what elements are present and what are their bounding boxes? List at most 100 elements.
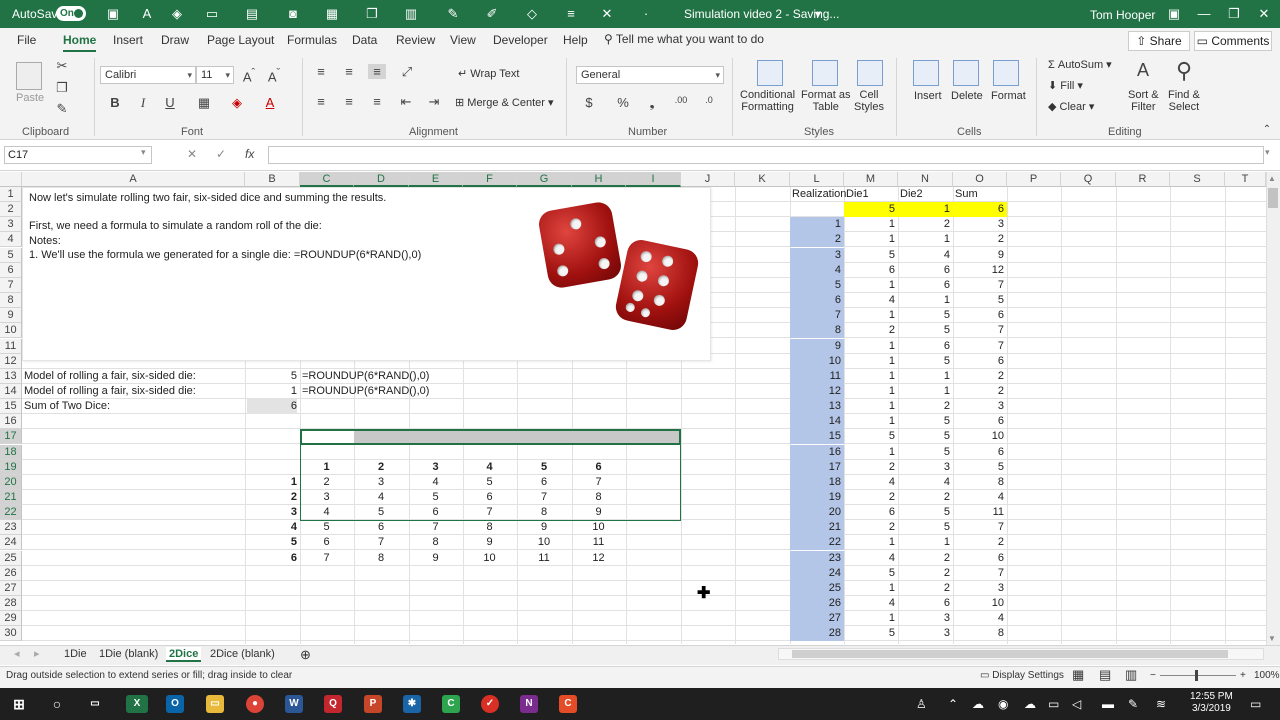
page-layout-view-icon[interactable]: ▤ (1099, 667, 1111, 683)
tab-home[interactable]: Home (63, 33, 97, 52)
sort-filter-button[interactable]: Sort & Filter (1128, 89, 1159, 113)
picture-icon[interactable]: ▭ (203, 5, 221, 23)
row-header-3[interactable]: 3 (0, 217, 22, 233)
font-size-select[interactable]: 11 (196, 66, 234, 84)
row-header-28[interactable]: 28 (0, 596, 22, 612)
column-header-j[interactable]: J (681, 172, 735, 187)
scroll-up-icon[interactable]: ▲ (1268, 174, 1276, 183)
user-name[interactable]: Tom Hooper (1090, 8, 1155, 22)
cancel-icon[interactable]: ✕ (187, 147, 197, 161)
tray-chevron-icon[interactable]: ⌃ (948, 697, 958, 711)
row-header-20[interactable]: 20 (0, 474, 22, 490)
vertical-scrollbar[interactable] (1266, 172, 1280, 646)
row-header-16[interactable]: 16 (0, 414, 22, 430)
column-header-r[interactable]: R (1116, 172, 1170, 187)
windows-start-icon[interactable]: ⊞ (10, 695, 28, 713)
page-break-view-icon[interactable]: ▥ (1125, 667, 1137, 683)
bold-icon[interactable]: B (106, 95, 124, 110)
row-header-26[interactable]: 26 (0, 565, 22, 581)
vertical-scroll-thumb[interactable] (1268, 188, 1278, 208)
row-header-5[interactable]: 5 (0, 247, 22, 263)
increase-font-icon[interactable]: Aˆ (240, 67, 258, 84)
row-header-25[interactable]: 25 (0, 550, 22, 566)
column-header-c[interactable]: C (300, 172, 354, 187)
row-header-21[interactable]: 21 (0, 490, 22, 505)
fill-color-ribbon-icon[interactable]: ◈ (228, 95, 246, 111)
horizontal-scroll-thumb[interactable] (792, 650, 1228, 658)
decrease-decimal-icon[interactable]: .0 (700, 95, 718, 105)
clear-button[interactable]: ◆ Clear ▾ (1048, 101, 1094, 113)
name-box[interactable]: C17 (4, 146, 152, 164)
column-header-q[interactable]: Q (1061, 172, 1116, 187)
collapse-ribbon-icon[interactable]: ⌃ (1258, 124, 1276, 135)
row-header-18[interactable]: 18 (0, 444, 22, 460)
cell-styles-button[interactable]: Cell Styles (854, 89, 884, 113)
row-header-10[interactable]: 10 (0, 323, 22, 339)
enter-icon[interactable]: ✓ (216, 147, 226, 161)
window-close-icon[interactable]: ✕ (1252, 4, 1276, 24)
next-sheet-icon[interactable]: ▸ (34, 647, 40, 662)
formula-input[interactable] (268, 146, 1264, 164)
align-middle-icon[interactable]: ≡ (340, 64, 358, 79)
tab-formulas[interactable]: Formulas (287, 33, 337, 47)
tab-review[interactable]: Review (396, 33, 435, 47)
row-header-17[interactable]: 17 (0, 429, 22, 445)
tab-developer[interactable]: Developer (493, 33, 548, 47)
zoom-slider[interactable] (1160, 675, 1236, 676)
wrap-text-button[interactable]: ↵ Wrap Text (458, 68, 519, 80)
column-header-f[interactable]: F (463, 172, 517, 187)
row-header-11[interactable]: 11 (0, 338, 22, 354)
pivot-icon[interactable]: ▥ (402, 5, 420, 23)
onenote-app-icon[interactable]: N (520, 695, 538, 713)
row-header-7[interactable]: 7 (0, 277, 22, 293)
keyboard-icon[interactable]: ▬ (1102, 697, 1114, 711)
row-header-14[interactable]: 14 (0, 383, 22, 399)
insert-cells-icon[interactable] (913, 60, 939, 86)
lines-icon[interactable]: ≡ (562, 5, 580, 23)
tab-draw[interactable]: Draw (161, 33, 189, 47)
battery-icon[interactable]: ▭ (1048, 697, 1059, 711)
sheet-tab-1die[interactable]: 1Die (64, 647, 87, 662)
column-header-o[interactable]: O (953, 172, 1007, 187)
word-app-icon[interactable]: W (285, 695, 303, 713)
italic-icon[interactable]: I (134, 95, 152, 111)
fill-button[interactable]: ⬇ Fill ▾ (1048, 80, 1083, 92)
scroll-down-icon[interactable]: ▼ (1268, 634, 1276, 643)
paste-button[interactable]: Paste (16, 92, 44, 104)
conditional-formatting-button[interactable]: Conditional Formatting (740, 89, 795, 113)
row-header-22[interactable]: 22 (0, 505, 22, 521)
conditional-formatting-icon[interactable] (757, 60, 783, 86)
onedrive-icon[interactable]: ☁ (972, 697, 984, 711)
fill-color-icon[interactable]: ◈ (168, 5, 186, 23)
sync-icon[interactable]: ◉ (998, 697, 1008, 711)
merge-center-button[interactable]: ⊞ Merge & Center ▾ (455, 97, 554, 109)
align-left-icon[interactable]: ≡ (312, 94, 330, 109)
restore-icon[interactable]: ❐ (1222, 4, 1246, 24)
sort-filter-icon[interactable]: A (1134, 60, 1152, 81)
font-color-ribbon-icon[interactable]: A (261, 95, 279, 110)
tab-view[interactable]: View (450, 33, 476, 47)
row-header-8[interactable]: 8 (0, 293, 22, 309)
tab-insert[interactable]: Insert (113, 33, 143, 47)
insert-cells-button[interactable]: Insert (914, 90, 942, 102)
cut-icon[interactable]: ✂ (53, 58, 71, 74)
column-header-k[interactable]: K (735, 172, 790, 187)
sheet-tab-1die-blank[interactable]: 1Die (blank) (99, 647, 158, 662)
table-icon[interactable]: ▦ (323, 5, 341, 23)
font-color-icon[interactable]: A (138, 5, 156, 23)
column-header-g[interactable]: G (517, 172, 572, 187)
display-settings-button[interactable]: ▭ Display Settings (980, 670, 1064, 681)
increase-decimal-icon[interactable]: .00 (672, 95, 690, 105)
select-all-corner[interactable] (0, 172, 22, 187)
zoom-in-icon[interactable]: + (1240, 670, 1246, 681)
onedrive-business-icon[interactable]: ☁ (1024, 697, 1036, 711)
todo-app-icon[interactable]: ✓ (481, 695, 499, 713)
pen-workspace-icon[interactable]: ✎ (1128, 697, 1138, 711)
decrease-indent-icon[interactable]: ⇤ (397, 94, 415, 110)
normal-view-icon[interactable]: ▦ (1072, 667, 1084, 683)
align-top-icon[interactable]: ≡ (312, 64, 330, 79)
minimize-icon[interactable]: — (1192, 4, 1216, 24)
sheet-tab-2dice-blank[interactable]: 2Dice (blank) (210, 647, 275, 662)
autosave-toggle[interactable]: On (56, 6, 86, 21)
sheet-tab-2dice[interactable]: 2Dice (166, 647, 202, 662)
